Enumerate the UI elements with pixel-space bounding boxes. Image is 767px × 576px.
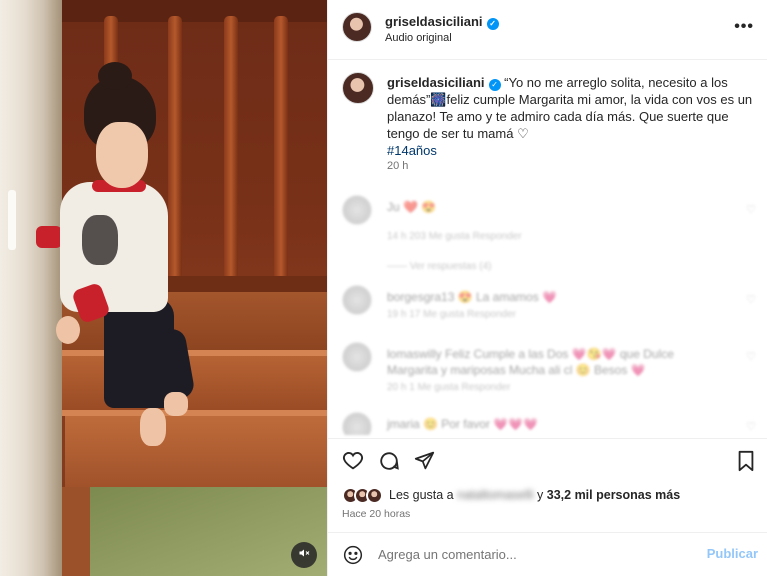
heart-icon[interactable]: ♡	[746, 203, 756, 216]
smiley-icon[interactable]	[343, 545, 363, 565]
heart-icon[interactable]: ♡	[746, 420, 756, 433]
share-button[interactable]	[412, 451, 436, 475]
likes-count[interactable]: 33,2 mil personas más	[547, 488, 680, 502]
avatar[interactable]	[342, 285, 372, 315]
green-rug	[90, 487, 327, 576]
avatar[interactable]	[342, 12, 372, 42]
comment-button[interactable]	[377, 451, 401, 475]
verified-badge-icon: ✓	[486, 18, 499, 30]
avatar[interactable]	[342, 412, 372, 435]
paper-plane-icon	[414, 450, 435, 476]
comment-input[interactable]	[378, 547, 678, 562]
comments-list: Ju ❤️ 😍 14 h 203 Me gusta Responder —— V…	[342, 185, 762, 435]
heart-icon[interactable]: ♡	[746, 350, 756, 363]
mute-button[interactable]	[291, 542, 317, 568]
post-header: griseldasiciliani ✓ Audio original •••	[328, 0, 767, 60]
more-horizontal-icon: •••	[734, 18, 754, 35]
heart-icon	[342, 450, 364, 477]
avatar[interactable]	[342, 195, 372, 225]
verified-badge-icon: ✓	[488, 79, 501, 91]
post-media[interactable]	[0, 0, 327, 576]
save-button[interactable]	[734, 450, 758, 477]
avatar	[366, 486, 383, 504]
publish-button[interactable]: Publicar	[707, 546, 758, 561]
header-username[interactable]: griseldasiciliani	[385, 14, 483, 29]
liker-username[interactable]: nataltomaselli	[457, 488, 533, 502]
speaker-muted-icon	[298, 546, 310, 564]
post-actions	[328, 438, 767, 482]
avatar[interactable]	[342, 72, 374, 104]
like-button[interactable]	[341, 451, 365, 475]
likes-summary[interactable]: Les gusta a nataltomaselli y 33,2 mil pe…	[342, 485, 680, 505]
more-options-button[interactable]: •••	[734, 18, 754, 36]
caption-timestamp: 20 h	[387, 160, 409, 172]
caption-username[interactable]: griseldasiciliani	[387, 75, 485, 90]
audio-label[interactable]: Audio original	[385, 32, 452, 44]
bookmark-icon	[736, 450, 756, 477]
post-date: Hace 20 horas	[342, 508, 411, 520]
comment-icon	[378, 450, 400, 477]
avatar[interactable]	[342, 342, 372, 372]
add-comment-bar: Publicar	[328, 532, 767, 576]
view-replies-link[interactable]: —— Ver respuestas (4)	[387, 261, 491, 272]
hashtag-link[interactable]: #14años	[387, 142, 757, 159]
post-side-panel: griseldasiciliani ✓ Audio original ••• gr…	[327, 0, 767, 576]
heart-icon[interactable]: ♡	[746, 293, 756, 306]
